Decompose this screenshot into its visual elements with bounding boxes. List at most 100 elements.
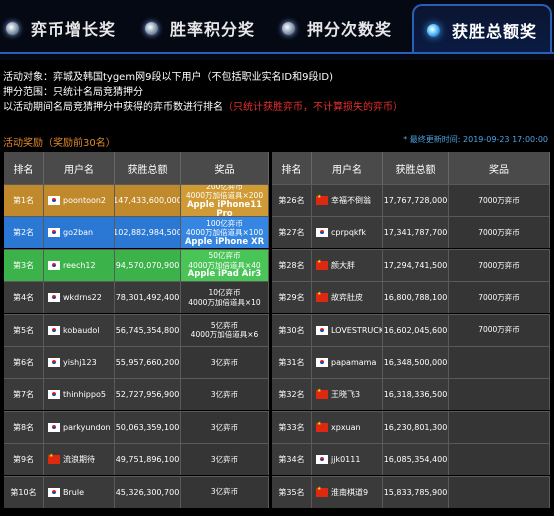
- rank-cell: 第30名: [272, 314, 312, 346]
- user-cell[interactable]: go2ban: [44, 217, 115, 249]
- username: 流浪期待: [63, 455, 95, 465]
- user-cell[interactable]: 幸福不倒翁: [312, 185, 383, 216]
- prize-line: 7000万弈币: [478, 292, 520, 302]
- user-cell[interactable]: xpxuan: [312, 411, 383, 443]
- korea-flag-icon: [48, 196, 60, 205]
- username: LOVESTRUCK: [331, 325, 383, 335]
- prize-line: 10亿弈币: [208, 288, 241, 298]
- prize-cell: 3亿弈币: [181, 379, 269, 411]
- user-cell[interactable]: parkyundon: [44, 411, 115, 443]
- amount-cell: 55,957,660,200: [115, 347, 181, 378]
- tab-bet-count[interactable]: 押分次数奖: [282, 4, 412, 52]
- amount-cell: 17,767,728,000: [383, 185, 449, 216]
- prize-line: 7000万弈币: [478, 195, 520, 205]
- china-flag-icon: [316, 259, 328, 270]
- china-flag-icon: [316, 388, 328, 400]
- user-cell[interactable]: 故弈肚皮: [312, 282, 383, 314]
- user-cell[interactable]: Brule: [44, 476, 115, 508]
- prize-line: 5亿弈币: [210, 320, 239, 330]
- china-flag-icon: [316, 421, 328, 432]
- korea-flag-icon: [48, 487, 60, 497]
- bullet-icon: [6, 21, 19, 35]
- username: cprpqkfk: [331, 228, 367, 238]
- prize-cell: 3亿弈币: [181, 347, 269, 378]
- header-rank: 排名: [4, 152, 44, 184]
- user-cell[interactable]: papamama: [312, 347, 383, 378]
- table-row: 第30名 LOVESTRUCK 16,602,045,600 7000万弈币: [272, 313, 550, 346]
- username: 幸福不倒翁: [331, 196, 371, 205]
- table-row: 第5名 kobaudol 56,745,354,800 5亿弈币 4000万加倍道具×6: [4, 313, 269, 346]
- tab-total-winnings[interactable]: 获胜总额奖: [412, 4, 552, 54]
- table-row: 第7名 thinhippo5 52,727,956,900 3亿弈币: [4, 378, 269, 411]
- table-row: 第9名 流浪期待 49,751,896,100 3亿弈币: [4, 443, 269, 476]
- tab-coin-growth[interactable]: 弈币增长奖: [6, 4, 136, 52]
- korea-flag-icon: [48, 358, 60, 367]
- rank-cell: 第5名: [4, 314, 44, 346]
- rank-cell: 第10名: [4, 476, 44, 508]
- username: 故弈肚皮: [331, 293, 363, 303]
- username: 王晓飞3: [331, 390, 361, 400]
- rank-cell: 第26名: [272, 185, 312, 216]
- korea-flag-icon: [48, 293, 60, 303]
- prize-line: 7000万弈币: [478, 325, 520, 335]
- prize-line: 7000万弈币: [478, 228, 520, 238]
- korea-flag-icon: [48, 325, 60, 335]
- amount-cell: 15,833,785,900: [383, 476, 449, 508]
- amount-cell: 50,063,359,100: [115, 411, 181, 443]
- username: reech12: [63, 260, 96, 270]
- header-amount: 获胜总额: [383, 152, 449, 184]
- prize-cell: 3亿弈币: [181, 411, 269, 443]
- user-cell[interactable]: 淮南棋道9: [312, 476, 383, 508]
- user-cell[interactable]: wkdrns22: [44, 282, 115, 314]
- prize-cell: 200亿弈币 4000万加倍道具×200 Apple iPhone11 Pro: [181, 185, 269, 216]
- prize-cell: [449, 444, 550, 476]
- rank-cell: 第35名: [272, 476, 312, 508]
- table-row: 第29名 故弈肚皮 16,800,788,100 7000万弈币: [272, 281, 550, 314]
- user-cell[interactable]: kobaudol: [44, 314, 115, 346]
- korea-flag-icon: [48, 228, 60, 238]
- amount-cell: 45,326,300,700: [115, 476, 181, 508]
- user-cell[interactable]: LOVESTRUCK: [312, 314, 383, 346]
- user-cell[interactable]: cprpqkfk: [312, 217, 383, 249]
- info-ranking-text: 以活动期间名局竞猜押分中获得的弈币数进行排名: [3, 102, 223, 113]
- amount-cell: 147,433,600,000: [115, 185, 181, 216]
- username: yishj123: [63, 358, 97, 367]
- bullet-icon: [145, 21, 158, 35]
- header-user: 用户名: [44, 152, 115, 184]
- amount-cell: 16,318,336,500: [383, 379, 449, 411]
- user-cell[interactable]: poontoon2: [44, 185, 115, 216]
- amount-cell: 56,745,354,800: [115, 314, 181, 346]
- tab-label: 押分次数奖: [307, 20, 393, 39]
- user-cell[interactable]: yishj123: [44, 347, 115, 378]
- prize-line: 3亿弈币: [210, 422, 239, 432]
- user-cell[interactable]: jjk0111: [312, 444, 383, 476]
- table-row: 第26名 幸福不倒翁 17,767,728,000 7000万弈币: [272, 184, 550, 216]
- username: xpxuan: [331, 422, 361, 432]
- tab-bar: 弈币增长奖 胜率积分奖 押分次数奖 获胜总额奖: [0, 0, 554, 60]
- prize-cell: 3亿弈币: [181, 476, 269, 508]
- user-cell[interactable]: 王晓飞3: [312, 379, 383, 411]
- header-prize: 奖品: [181, 152, 269, 184]
- rank-cell: 第32名: [272, 379, 312, 411]
- user-cell[interactable]: 颜大胖: [312, 249, 383, 281]
- prize-line: 4000万加倍道具×10: [188, 297, 261, 307]
- username: 淮南棋道9: [331, 487, 369, 497]
- user-cell[interactable]: thinhippo5: [44, 379, 115, 411]
- table-row: 第10名 Brule 45,326,300,700 3亿弈币: [4, 475, 269, 508]
- prize-cell: 7000万弈币: [449, 217, 550, 249]
- table-row: 第3名 reech12 94,570,070,900 50亿弈币 4000万加倍道具×4…: [4, 248, 269, 281]
- table-row: 第34名 jjk0111 16,085,354,400: [272, 443, 550, 476]
- amount-cell: 16,348,500,000: [383, 347, 449, 378]
- tab-win-rate[interactable]: 胜率积分奖: [145, 4, 275, 52]
- user-cell[interactable]: 流浪期待: [44, 444, 115, 476]
- header-amount: 获胜总额: [115, 152, 181, 184]
- rank-cell: 第28名: [272, 249, 312, 281]
- table-row: 第2名 go2ban 102,882,984,500 100亿弈币 4000万加倍道具×…: [4, 216, 269, 249]
- user-cell[interactable]: reech12: [44, 249, 115, 281]
- rank-cell: 第31名: [272, 347, 312, 378]
- header-user: 用户名: [312, 152, 383, 184]
- header-rank: 排名: [272, 152, 312, 184]
- prize-cell: 7000万弈币: [449, 314, 550, 346]
- username: kobaudol: [63, 325, 100, 335]
- table-row: 第4名 wkdrns22 78,301,492,400 10亿弈币 4000万加倍道具×…: [4, 281, 269, 314]
